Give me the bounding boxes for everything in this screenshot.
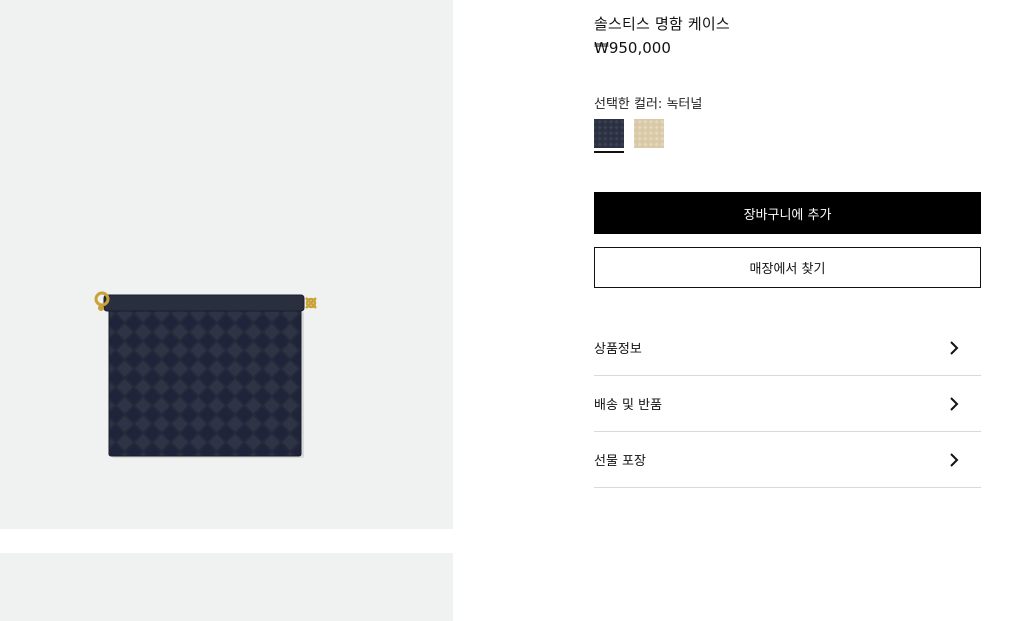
product-image-panel[interactable] <box>0 0 453 529</box>
accordion-label: 배송 및 반품 <box>594 398 663 413</box>
accordion-product-info[interactable]: 상품정보 <box>594 320 981 376</box>
selected-swatch-indicator <box>594 151 624 153</box>
product-title: 솔스티스 명함 케이스 <box>594 15 730 33</box>
chevron-right-icon <box>950 396 959 411</box>
color-swatch-beige[interactable] <box>634 119 664 148</box>
accordion-gift-wrap[interactable]: 선물 포장 <box>594 432 981 488</box>
chevron-right-icon <box>950 340 959 355</box>
color-swatch-dark[interactable] <box>594 119 624 148</box>
chevron-right-icon <box>950 452 959 467</box>
add-to-bag-button[interactable]: 장바구니에 추가 <box>594 192 981 234</box>
find-in-store-button[interactable]: 매장에서 찾기 <box>594 247 981 288</box>
accordion-shipping-returns[interactable]: 배송 및 반품 <box>594 376 981 432</box>
product-image-wallet <box>94 291 317 458</box>
selected-color-label: 선택한 컬러: 녹터널 <box>594 97 703 112</box>
accordion-label: 상품정보 <box>594 342 642 357</box>
product-price: ₩950,000 <box>594 39 671 57</box>
accordion-label: 선물 포장 <box>594 454 646 469</box>
product-image-panel-secondary[interactable] <box>0 553 453 621</box>
